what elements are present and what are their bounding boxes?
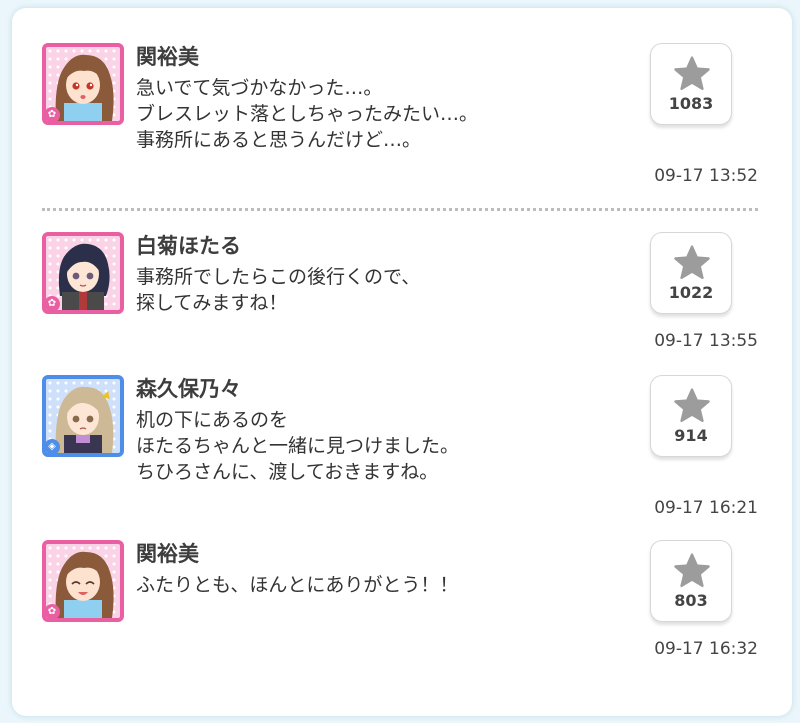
message-line: 事務所でしたらこの後行くので、 <box>136 266 421 288</box>
flower-icon: ✿ <box>46 107 60 121</box>
star-icon <box>674 245 710 280</box>
message-text: 机の下にあるのを ほたるちゃんと一緒に見つけました。 ちひろさんに、渡しておきま… <box>136 407 459 485</box>
message-line: ブレスレット落としちゃったみたい…。 <box>136 103 479 125</box>
message-line: ふたりとも、ほんとにありがとう！！ <box>136 574 459 596</box>
like-count: 803 <box>674 591 708 610</box>
message-line: ちひろさんに、渡しておきますね。 <box>136 461 439 483</box>
like-count: 914 <box>674 426 708 445</box>
diamond-icon: ◈ <box>46 439 60 453</box>
sender-name: 白菊ほたる <box>136 234 241 258</box>
message-line: 探してみますね！ <box>136 292 288 314</box>
message-line: 机の下にあるのを <box>136 409 289 431</box>
message-line: 急いでて気づかなかった…。 <box>136 77 383 99</box>
flower-icon: ✿ <box>46 296 60 310</box>
like-count: 1083 <box>668 94 714 113</box>
sender-name: 森久保乃々 <box>136 377 241 401</box>
like-button[interactable]: 803 <box>650 540 732 622</box>
timestamp: 09-17 13:55 <box>654 331 758 351</box>
star-icon <box>674 388 710 423</box>
avatar[interactable]: ✿ <box>42 540 124 622</box>
star-icon <box>674 553 710 588</box>
like-count: 1022 <box>668 283 714 302</box>
message-text: 急いでて気づかなかった…。 ブレスレット落としちゃったみたい…。 事務所にあると… <box>136 75 478 153</box>
sender-name: 関裕美 <box>136 45 199 69</box>
avatar[interactable]: ◈ <box>42 375 124 457</box>
avatar[interactable]: ✿ <box>42 232 124 314</box>
timestamp: 09-17 16:32 <box>654 639 758 659</box>
like-button[interactable]: 1083 <box>650 43 732 125</box>
message-line: 事務所にあると思うんだけど…。 <box>136 129 422 151</box>
like-button[interactable]: 914 <box>650 375 732 457</box>
message-text: 事務所でしたらこの後行くので、 探してみますね！ <box>136 264 420 316</box>
message-thread-panel: ✿ 関裕美 急いでて気づかなかった…。 ブレスレット落としちゃったみたい…。 事… <box>12 8 792 716</box>
avatar[interactable]: ✿ <box>42 43 124 125</box>
message-text: ふたりとも、ほんとにありがとう！！ <box>136 572 458 598</box>
like-button[interactable]: 1022 <box>650 232 732 314</box>
timestamp: 09-17 16:21 <box>654 498 758 518</box>
star-icon <box>674 56 710 91</box>
message-line: ほたるちゃんと一緒に見つけました。 <box>136 435 460 457</box>
flower-icon: ✿ <box>46 604 60 618</box>
divider <box>42 208 758 211</box>
timestamp: 09-17 13:52 <box>654 166 758 186</box>
sender-name: 関裕美 <box>136 542 199 566</box>
